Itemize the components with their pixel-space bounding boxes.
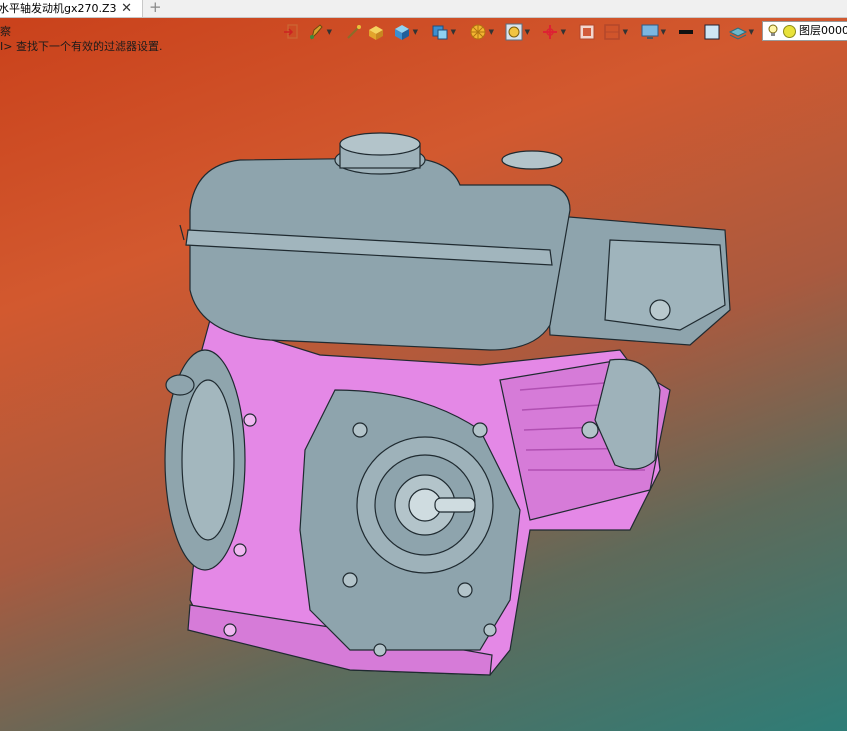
- snap-icon[interactable]: ▼: [504, 22, 530, 42]
- layer-name: 图层0000: [799, 24, 847, 37]
- lightbulb-icon[interactable]: [767, 24, 779, 40]
- pen-color-icon[interactable]: ▼: [306, 22, 332, 42]
- layers-icon[interactable]: ▼: [728, 22, 754, 42]
- view-cube-icon[interactable]: ▼: [430, 22, 456, 42]
- line-color-icon[interactable]: [676, 22, 698, 42]
- layer-color-dot: [783, 25, 796, 38]
- document-tab-bar: 水平轴发动机gx270.Z3 ✕ +: [0, 0, 847, 18]
- prompt-line-2: I> 查找下一个有效的过滤器设置.: [0, 40, 163, 53]
- fill-color-icon[interactable]: [702, 22, 724, 42]
- monitor-icon[interactable]: ▼: [640, 22, 666, 42]
- wand-icon[interactable]: [344, 22, 366, 42]
- frame-icon[interactable]: ▼: [602, 22, 628, 42]
- document-tab-title: 水平轴发动机gx270.Z3: [0, 2, 117, 15]
- cube-icon[interactable]: ▼: [392, 22, 418, 42]
- render-mode-icon[interactable]: ▼: [468, 22, 494, 42]
- plus-icon[interactable]: +: [149, 0, 162, 16]
- document-tab[interactable]: 水平轴发动机gx270.Z3 ✕: [0, 0, 143, 17]
- layer-selector[interactable]: 图层0000: [762, 21, 847, 41]
- close-icon[interactable]: ✕: [121, 0, 132, 17]
- exit-icon[interactable]: [282, 22, 304, 42]
- axis-icon[interactable]: ▼: [540, 22, 566, 42]
- window-icon[interactable]: [577, 22, 599, 42]
- prompt-line-1: 察: [0, 25, 11, 38]
- shaded-box-icon[interactable]: [366, 22, 388, 42]
- engine-3d-model[interactable]: [150, 130, 750, 690]
